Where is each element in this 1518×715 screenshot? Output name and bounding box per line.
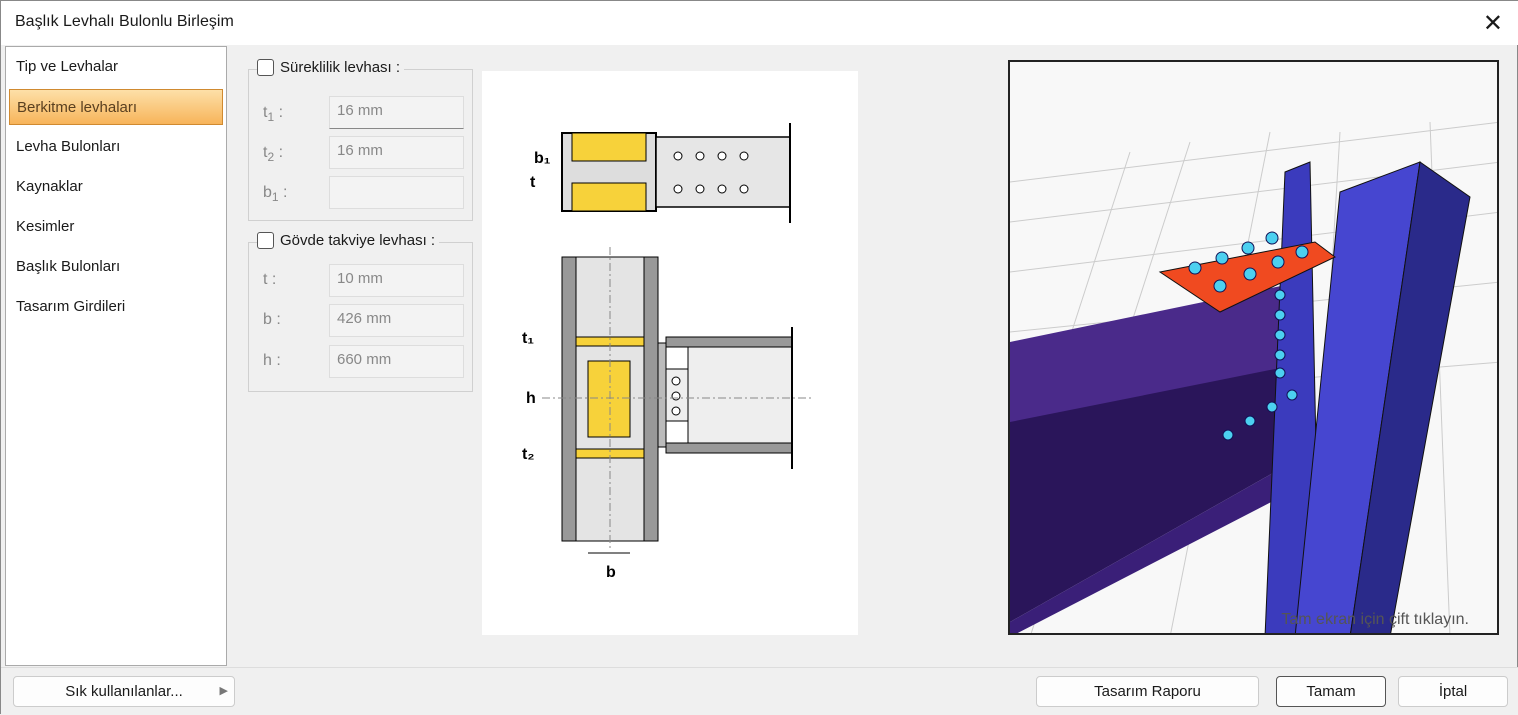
t1-field[interactable]: 16 mm xyxy=(329,96,464,129)
cancel-button[interactable]: İptal xyxy=(1398,676,1508,707)
t-field[interactable]: 10 mm xyxy=(329,264,464,297)
b1-field[interactable] xyxy=(329,176,464,209)
t-dim-label: t xyxy=(530,174,536,191)
b-dim-label: b xyxy=(606,564,616,581)
web-plate-group: Gövde takviye levhası : t : 10 mm b : 42… xyxy=(248,232,473,392)
sidebar: Tip ve Levhalar Berkitme levhaları Levha… xyxy=(5,46,227,666)
h-field[interactable]: 660 mm xyxy=(329,345,464,378)
sidebar-item-tasarim-girdileri[interactable]: Tasarım Girdileri xyxy=(6,287,226,327)
continuity-plate-checkbox[interactable] xyxy=(257,59,274,76)
fullscreen-hint: Tam ekran için çift tıklayın. xyxy=(1281,611,1469,628)
close-icon[interactable]: ✕ xyxy=(1483,9,1503,38)
window-title: Başlık Levhalı Bulonlu Birleşim xyxy=(15,13,234,30)
h-dim-label: h xyxy=(526,390,536,407)
title-bar: Başlık Levhalı Bulonlu Birleşim ✕ xyxy=(1,1,1518,45)
sidebar-item-levha-bulonlari[interactable]: Levha Bulonları xyxy=(6,127,226,167)
continuity-plate-group: Süreklilik levhası : t1 : 16 mm t2 : 16 … xyxy=(248,59,473,221)
continuity-plate-label: Süreklilik levhası : xyxy=(280,59,401,76)
web-plate-label: Gövde takviye levhası : xyxy=(280,232,436,249)
t1-label: t1 : xyxy=(263,104,284,125)
connection-diagram: b₁ t t₁ h t₂ b xyxy=(482,71,858,635)
t2-dim-label: t₂ xyxy=(522,446,534,463)
sidebar-item-berkitme-levhalari[interactable]: Berkitme levhaları xyxy=(9,89,223,125)
3d-view[interactable]: Tam ekran için çift tıklayın. xyxy=(1008,60,1499,635)
favorites-button[interactable]: Sık kullanılanlar... ▶ xyxy=(13,676,235,707)
arrow-right-icon: ▶ xyxy=(219,685,228,697)
footer: Sık kullanılanlar... ▶ Tasarım Raporu Tam… xyxy=(1,667,1518,715)
t2-field[interactable]: 16 mm xyxy=(329,136,464,169)
b-label: b : xyxy=(263,311,281,328)
design-report-button[interactable]: Tasarım Raporu xyxy=(1036,676,1259,707)
t2-label: t2 : xyxy=(263,144,284,165)
b1-dim-label: b₁ xyxy=(534,150,551,167)
web-plate-checkbox[interactable] xyxy=(257,232,274,249)
sidebar-item-kaynaklar[interactable]: Kaynaklar xyxy=(6,167,226,207)
h-label: h : xyxy=(263,352,281,369)
t-label: t : xyxy=(263,271,277,288)
sidebar-item-tip-ve-levhalar[interactable]: Tip ve Levhalar xyxy=(6,47,226,87)
t1-dim-label: t₁ xyxy=(522,330,534,347)
b1-label: b1 : xyxy=(263,184,288,205)
favorites-label: Sık kullanılanlar... xyxy=(65,683,183,700)
sidebar-item-baslik-bulonlari[interactable]: Başlık Bulonları xyxy=(6,247,226,287)
b-field[interactable]: 426 mm xyxy=(329,304,464,337)
ok-button[interactable]: Tamam xyxy=(1276,676,1386,707)
sidebar-item-kesimler[interactable]: Kesimler xyxy=(6,207,226,247)
